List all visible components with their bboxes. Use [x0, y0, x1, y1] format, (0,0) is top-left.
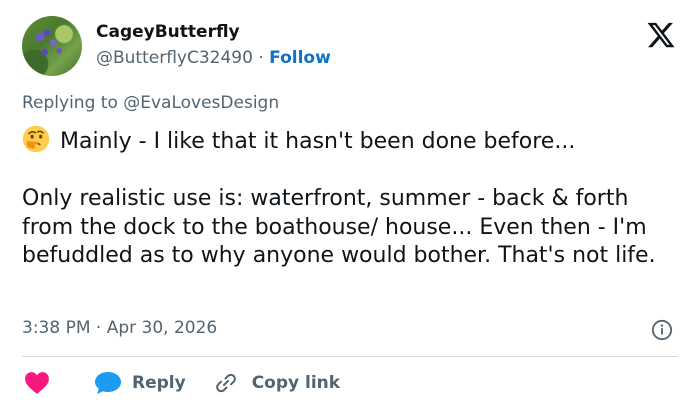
- author-handle-row: @ButterflyC32490 · Follow: [96, 48, 331, 68]
- link-icon: [215, 373, 236, 393]
- replying-to: Replying to @EvaLovesDesign: [22, 93, 279, 113]
- timestamp-separator: ·: [95, 318, 102, 338]
- reply-bubble-icon: [95, 372, 121, 394]
- divider: [22, 356, 678, 357]
- heart-icon: [25, 372, 49, 394]
- avatar[interactable]: [22, 16, 82, 76]
- handle-separator: ·: [258, 48, 264, 68]
- thinking-face-icon: [22, 125, 50, 153]
- x-logo-icon[interactable]: [646, 20, 676, 50]
- replying-prefix: Replying to: [22, 93, 118, 113]
- copy-link-label: Copy link: [251, 373, 341, 393]
- author-display-name[interactable]: CageyButterfly: [96, 22, 240, 42]
- tweet-text: Mainly - I like that it hasn't been done…: [22, 129, 656, 269]
- action-bar: Reply Copy link: [22, 368, 340, 398]
- reply-label: Reply: [132, 373, 186, 393]
- tweet-body: Mainly - I like that it hasn't been done…: [22, 125, 682, 271]
- replying-mention[interactable]: @EvaLovesDesign: [123, 93, 279, 113]
- info-icon[interactable]: [651, 319, 673, 341]
- tweet-timestamp[interactable]: 3:38 PM · Apr 30, 2026: [22, 318, 217, 338]
- follow-button[interactable]: Follow: [269, 48, 331, 68]
- author-handle[interactable]: @ButterflyC32490: [96, 48, 253, 68]
- tweet-date: Apr 30, 2026: [106, 318, 218, 338]
- reply-button[interactable]: Reply: [50, 371, 186, 395]
- copy-link-button[interactable]: Copy link: [186, 371, 340, 395]
- like-button[interactable]: [22, 371, 50, 395]
- tweet-time: 3:38 PM: [22, 318, 91, 338]
